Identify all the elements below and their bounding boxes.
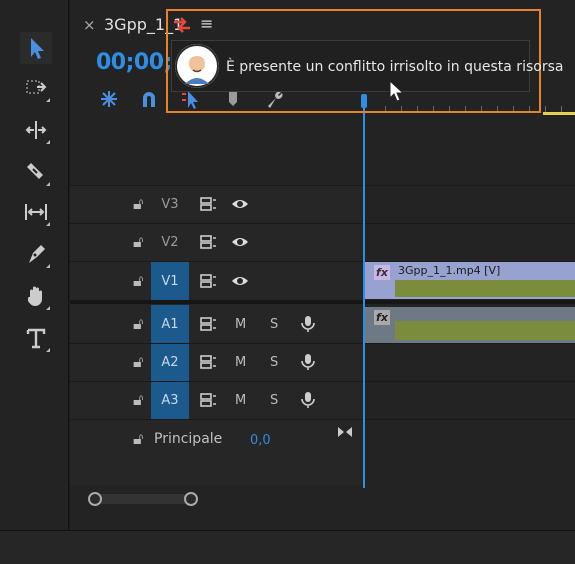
lock-track-icon[interactable]: 🔓︎ bbox=[133, 271, 143, 291]
go-to-next-edit-icon[interactable] bbox=[337, 424, 353, 440]
track-target-a2[interactable]: A2 bbox=[151, 344, 189, 381]
voice-over-record-icon[interactable] bbox=[298, 390, 318, 410]
snap-magnet-icon[interactable] bbox=[136, 86, 162, 112]
lock-track-icon[interactable]: 🔓︎ bbox=[133, 194, 143, 214]
toggle-output-eye-icon[interactable] bbox=[230, 271, 250, 291]
voice-over-record-icon[interactable] bbox=[298, 352, 318, 372]
video-clip-bar bbox=[395, 280, 575, 297]
mute-track-button[interactable]: M bbox=[235, 317, 246, 332]
tools-panel bbox=[0, 0, 69, 530]
pen-tool[interactable] bbox=[20, 238, 52, 270]
lock-track-icon[interactable]: 🔓︎ bbox=[133, 429, 143, 449]
work-area-bar bbox=[543, 112, 575, 115]
track-target-v1[interactable]: V1 bbox=[151, 262, 189, 300]
track-target-v2[interactable]: V2 bbox=[151, 224, 189, 260]
zoom-handle-left[interactable] bbox=[88, 492, 102, 506]
zoom-handle-right[interactable] bbox=[184, 492, 198, 506]
sync-lock-icon[interactable] bbox=[198, 314, 218, 334]
tab-close-button[interactable]: × bbox=[83, 16, 96, 34]
video-clip-title: 3Gpp_1_1.mp4 [V] bbox=[398, 264, 501, 277]
track-select-forward-tool[interactable] bbox=[20, 72, 52, 104]
sync-lock-icon[interactable] bbox=[198, 232, 218, 252]
solo-track-button[interactable]: S bbox=[270, 355, 278, 370]
mute-track-button[interactable]: M bbox=[235, 393, 246, 408]
track-target-a1[interactable]: A1 bbox=[151, 305, 189, 343]
nest-sequences-icon[interactable] bbox=[96, 86, 122, 112]
voice-over-record-icon[interactable] bbox=[298, 314, 318, 334]
conflict-tooltip-text: È presente un conflitto irrisolto in que… bbox=[226, 59, 564, 75]
selection-tool[interactable] bbox=[20, 32, 52, 64]
razor-tool[interactable] bbox=[20, 156, 52, 188]
lock-track-icon[interactable]: 🔓︎ bbox=[133, 390, 143, 410]
audio-clip-bar bbox=[395, 321, 575, 340]
premiere-window: × 3Gpp_1_1 ≡ 00;00;0 🔓︎ V3 🔓︎ V2 🔓︎ V1 🔓… bbox=[0, 0, 575, 564]
solo-track-button[interactable]: S bbox=[270, 393, 278, 408]
user-avatar-icon bbox=[175, 44, 219, 88]
status-bar bbox=[0, 530, 575, 564]
selection-arrow-icon bbox=[31, 38, 44, 59]
fx-badge: fx bbox=[374, 265, 390, 280]
slip-tool[interactable] bbox=[20, 196, 52, 228]
master-volume-value[interactable]: 0,0 bbox=[250, 433, 271, 448]
toggle-output-eye-icon[interactable] bbox=[230, 232, 250, 252]
sync-lock-icon[interactable] bbox=[198, 390, 218, 410]
sync-lock-icon[interactable] bbox=[198, 352, 218, 372]
track-target-v3[interactable]: V3 bbox=[151, 186, 189, 222]
track-target-a3[interactable]: A3 bbox=[151, 382, 189, 419]
toggle-output-eye-icon[interactable] bbox=[230, 194, 250, 214]
hand-tool[interactable] bbox=[20, 280, 52, 312]
ripple-edit-tool[interactable] bbox=[20, 114, 52, 146]
mute-track-button[interactable]: M bbox=[235, 355, 246, 370]
lock-track-icon[interactable]: 🔓︎ bbox=[133, 232, 143, 252]
sync-lock-icon[interactable] bbox=[198, 194, 218, 214]
type-tool[interactable] bbox=[20, 322, 52, 354]
master-track-label: Principale bbox=[154, 431, 223, 447]
fx-badge: fx bbox=[374, 310, 390, 325]
playhead-line[interactable] bbox=[363, 98, 365, 488]
mouse-cursor-icon bbox=[389, 80, 405, 102]
sync-lock-icon[interactable] bbox=[198, 271, 218, 291]
solo-track-button[interactable]: S bbox=[270, 317, 278, 332]
zoom-scrollbar[interactable] bbox=[92, 494, 192, 504]
lock-track-icon[interactable]: 🔓︎ bbox=[133, 352, 143, 372]
lock-track-icon[interactable]: 🔓︎ bbox=[133, 314, 143, 334]
